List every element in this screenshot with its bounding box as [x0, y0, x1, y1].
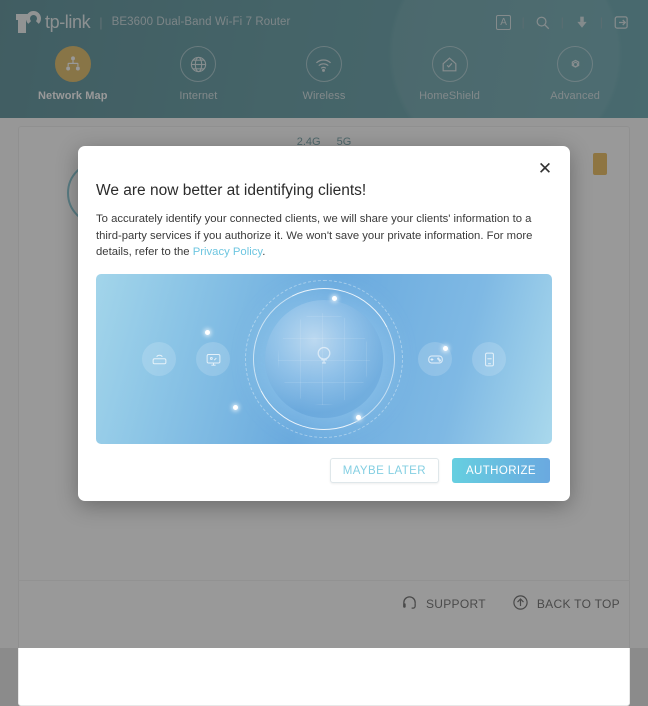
description-period: .: [262, 246, 266, 259]
maybe-later-button[interactable]: MAYBE LATER: [329, 458, 439, 483]
router-icon: [142, 342, 176, 377]
close-icon[interactable]: ✕: [534, 157, 556, 179]
client-identification-illustration: [96, 274, 552, 445]
identify-clients-dialog: ✕ We are now better at identifying clien…: [78, 146, 570, 501]
description-text: To accurately identify your connected cl…: [96, 213, 533, 259]
lightbulb-icon: [311, 342, 337, 377]
orbit-dot: [205, 330, 211, 336]
dialog-title: We are now better at identifying clients…: [96, 182, 367, 199]
monitor-icon: [196, 342, 230, 377]
privacy-policy-link[interactable]: Privacy Policy: [193, 246, 262, 258]
phone-icon: [472, 342, 506, 377]
orbit-dot: [442, 345, 448, 351]
authorize-button[interactable]: AUTHORIZE: [451, 458, 550, 483]
dialog-actions: MAYBE LATER AUTHORIZE: [329, 458, 550, 483]
orbit-dot: [232, 405, 238, 411]
dialog-description: To accurately identify your connected cl…: [78, 200, 570, 261]
